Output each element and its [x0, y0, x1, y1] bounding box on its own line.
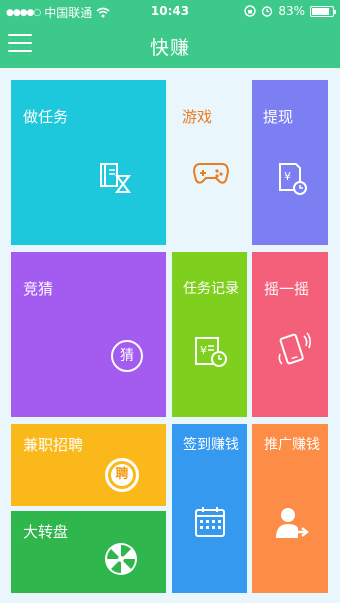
recruit-icon: 聘 [105, 458, 139, 492]
tile-label: 兼职招聘 [23, 436, 84, 454]
tile-label: 大转盘 [23, 523, 69, 541]
status-right: 83% [244, 4, 336, 18]
tile-label: 游戏 [182, 108, 213, 126]
tile-shake[interactable]: 摇一摇 [252, 252, 328, 417]
calendar-icon [195, 507, 225, 537]
svg-text:¥: ¥ [284, 170, 291, 183]
app-header: 快赚 [0, 22, 340, 68]
book-hourglass-icon [100, 163, 131, 193]
tile-label: 推广赚钱 [264, 437, 320, 453]
yuan-document-icon: ¥ [279, 163, 307, 195]
rotation-lock-icon [244, 5, 257, 17]
tile-label: 摇一摇 [264, 280, 310, 298]
alarm-icon [262, 6, 273, 17]
tile-label: 做任务 [23, 108, 69, 126]
recruit-badge: 聘 [111, 464, 133, 486]
battery-icon [310, 5, 336, 17]
user-share-icon [276, 508, 309, 538]
tile-part-time-jobs[interactable]: 兼职招聘 聘 [11, 424, 166, 506]
tile-withdraw[interactable]: 提现 ¥ [252, 80, 328, 245]
tile-guess[interactable]: 竞猜 猜 [11, 252, 166, 417]
battery-level [312, 7, 329, 15]
tile-task-record[interactable]: 任务记录 ¥ [172, 252, 247, 417]
tile-do-task[interactable]: 做任务 [11, 80, 166, 245]
tile-label: 竞猜 [23, 280, 54, 298]
tile-label: 提现 [263, 108, 294, 126]
record-clock-icon: ¥ [195, 337, 227, 367]
page-title: 快赚 [149, 37, 190, 59]
tile-check-in-earn[interactable]: 签到赚钱 [172, 424, 247, 593]
tile-label: 签到赚钱 [183, 437, 239, 453]
battery-percent: 83% [278, 4, 305, 18]
svg-text:¥: ¥ [200, 344, 207, 357]
wheel-icon [105, 543, 137, 575]
tile-label: 任务记录 [183, 281, 239, 297]
tile-promote-earn[interactable]: 推广赚钱 [252, 424, 328, 593]
gamepad-icon [192, 163, 230, 184]
guess-icon: 猜 [111, 340, 143, 372]
tile-lucky-wheel[interactable]: 大转盘 [11, 511, 166, 593]
status-bar: ●●●●○ 中国联通 10:43 83% [0, 0, 340, 22]
shake-phone-icon [278, 332, 311, 365]
tile-game[interactable]: 游戏 [172, 80, 247, 245]
